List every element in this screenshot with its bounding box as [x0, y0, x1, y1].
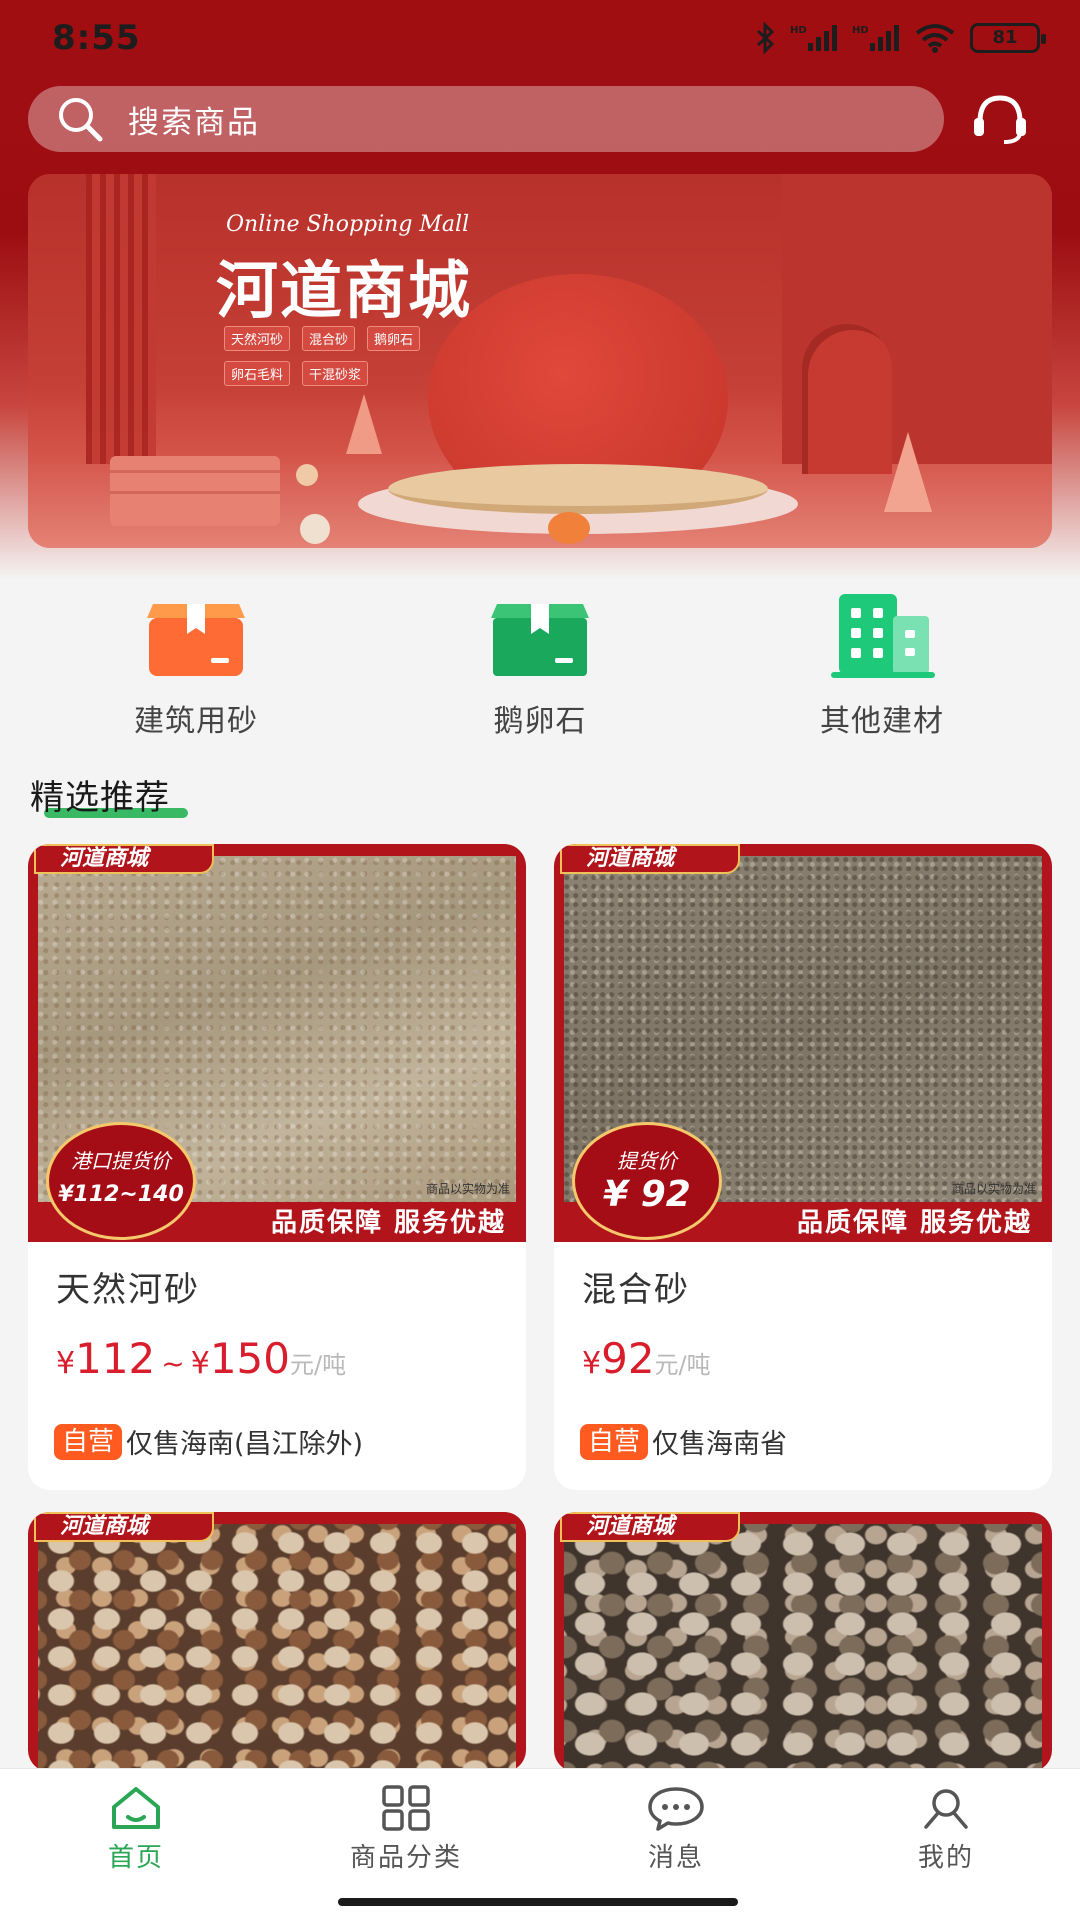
currency-symbol: ¥ — [190, 1346, 210, 1381]
banner-podium — [388, 464, 768, 514]
sales-region: 自营 仅售海南省 — [580, 1422, 787, 1461]
brand-tag: 河道商城 — [560, 1512, 740, 1542]
watermark-text: 商品以实物为准 — [425, 1182, 510, 1196]
product-price: ¥92元/吨 — [582, 1334, 711, 1383]
signal-icon: HD — [790, 25, 837, 51]
price-unit: 元/吨 — [654, 1351, 711, 1379]
brand-tag: 河道商城 — [34, 844, 214, 874]
nav-label: 消息 — [647, 1843, 704, 1873]
product-name: 天然河砂 — [56, 1270, 200, 1310]
price-badge-label: 提货价 — [617, 1149, 677, 1173]
bluetooth-icon — [756, 22, 775, 54]
nav-profile[interactable]: 我的 — [846, 1785, 1046, 1874]
wifi-icon — [915, 24, 955, 53]
product-price: ¥112 ~ ¥150元/吨 — [56, 1334, 346, 1383]
nav-label: 商品分类 — [349, 1843, 462, 1873]
product-card[interactable]: 河道商城 — [28, 1512, 526, 1772]
category-label: 鹅卵石 — [493, 704, 587, 739]
home-indicator — [338, 1898, 738, 1906]
building-icon — [831, 594, 935, 678]
promo-banner[interactable]: Online Shopping Mall 河道商城 天然河砂 混合砂 鹅卵石 卵… — [28, 174, 1052, 548]
banner-tag: 鹅卵石 — [367, 326, 421, 351]
brand-tag: 河道商城 — [34, 1512, 214, 1542]
banner-ball — [300, 514, 330, 544]
grid-icon — [382, 1785, 430, 1831]
category-label: 建筑用砂 — [134, 704, 258, 739]
nav-messages[interactable]: 消息 — [576, 1785, 776, 1874]
banner-tag: 天然河砂 — [224, 326, 291, 351]
nav-label: 我的 — [917, 1843, 974, 1873]
chat-icon — [648, 1787, 704, 1831]
banner-tag: 干混砂浆 — [302, 361, 369, 386]
price-badge: 港口提货价 ¥112~140 — [46, 1122, 196, 1240]
nav-label: 首页 — [107, 1843, 164, 1873]
search-icon — [59, 98, 103, 142]
price-badge-label: 港口提货价 — [71, 1149, 171, 1173]
price-unit: 元/吨 — [290, 1351, 347, 1379]
price-low: 112 — [75, 1334, 156, 1383]
category-other-materials[interactable]: 其他建材 — [762, 590, 1002, 740]
sales-area: 仅售海南(昌江除外) — [126, 1429, 364, 1460]
carousel-indicator[interactable] — [548, 512, 590, 544]
banner-title: 河道商城 — [216, 254, 473, 327]
battery-icon: 81 — [970, 23, 1046, 53]
slogan: 品质保障 服务优越 — [796, 1208, 1032, 1238]
price-badge-value: ¥112~140 — [58, 1182, 184, 1207]
product-image: 河道商城 — [28, 1512, 526, 1772]
product-image: 河道商城 — [554, 1512, 1052, 1772]
category-row: 建筑用砂 鹅卵石 其他建材 — [0, 590, 1080, 740]
product-name: 混合砂 — [582, 1270, 690, 1310]
box-icon — [147, 604, 245, 676]
banner-tree — [884, 432, 932, 512]
user-icon — [924, 1789, 968, 1829]
price-high: 150 — [209, 1334, 290, 1383]
product-image: 河道商城 港口提货价 ¥112~140 商品以实物为准 品质保障 服务优越 — [28, 844, 526, 1242]
sales-region: 自营 仅售海南(昌江除外) — [54, 1422, 363, 1461]
svg-text:HD: HD — [790, 25, 807, 36]
customer-service-icon[interactable] — [968, 90, 1032, 148]
svg-text:HD: HD — [852, 25, 869, 36]
self-operated-badge: 自营 — [580, 1423, 649, 1460]
banner-ball — [296, 464, 318, 486]
category-label: 其他建材 — [820, 704, 944, 739]
watermark-text: 商品以实物为准 — [951, 1182, 1036, 1196]
section-title: 精选推荐 — [30, 778, 170, 818]
status-bar: 8:55 HD HD 81 — [0, 0, 1080, 84]
banner-tags: 天然河砂 混合砂 鹅卵石 卵石毛料 干混砂浆 — [224, 326, 484, 386]
product-photo — [564, 1524, 1042, 1772]
product-card[interactable]: 河道商城 — [554, 1512, 1052, 1772]
status-icons: HD HD 81 — [754, 22, 1046, 54]
nav-home[interactable]: 首页 — [36, 1785, 236, 1874]
banner-tag: 混合砂 — [302, 326, 356, 351]
banner-subtitle: Online Shopping Mall — [226, 212, 470, 237]
nav-categories[interactable]: 商品分类 — [306, 1785, 506, 1874]
price-low: 92 — [601, 1334, 655, 1383]
banner-steps — [110, 456, 280, 526]
product-photo — [38, 1524, 516, 1772]
banner-arch — [802, 324, 892, 474]
product-image: 河道商城 提货价 ¥ 92 商品以实物为准 品质保障 服务优越 — [554, 844, 1052, 1242]
product-card[interactable]: 河道商城 港口提货价 ¥112~140 商品以实物为准 品质保障 服务优越 天然… — [28, 844, 526, 1490]
status-time: 8:55 — [52, 18, 141, 58]
price-badge-value: ¥ 92 — [603, 1174, 691, 1215]
self-operated-badge: 自营 — [54, 1423, 123, 1460]
price-badge: 提货价 ¥ 92 — [572, 1122, 722, 1240]
banner-decoration — [86, 174, 156, 474]
search-bar[interactable]: 搜索商品 — [28, 86, 944, 152]
brand-tag: 河道商城 — [560, 844, 740, 874]
product-card[interactable]: 河道商城 提货价 ¥ 92 商品以实物为准 品质保障 服务优越 混合砂 ¥92元… — [554, 844, 1052, 1490]
box-icon — [491, 604, 589, 676]
price-separator: ~ — [161, 1347, 185, 1380]
search-placeholder: 搜索商品 — [128, 104, 260, 141]
banner-tag: 卵石毛料 — [224, 361, 291, 386]
sales-area: 仅售海南省 — [652, 1429, 788, 1460]
home-icon — [112, 1787, 160, 1829]
currency-symbol: ¥ — [582, 1346, 602, 1381]
currency-symbol: ¥ — [56, 1346, 76, 1381]
signal-icon-2: HD — [852, 25, 899, 51]
slogan: 品质保障 服务优越 — [270, 1208, 506, 1238]
banner-tree — [346, 394, 382, 454]
category-building-sand[interactable]: 建筑用砂 — [76, 590, 316, 740]
category-pebble[interactable]: 鹅卵石 — [420, 590, 660, 740]
